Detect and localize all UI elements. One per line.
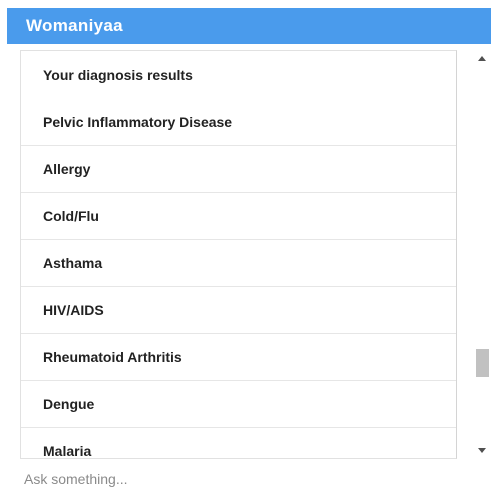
diagnosis-item[interactable]: Asthama xyxy=(21,240,456,287)
diagnosis-item[interactable]: HIV/AIDS xyxy=(21,287,456,334)
diagnosis-item[interactable]: Cold/Flu xyxy=(21,193,456,240)
diagnosis-results-panel: Your diagnosis results Pelvic Inflammato… xyxy=(20,50,457,459)
ask-input[interactable] xyxy=(20,468,460,489)
app-title: Womaniyaa xyxy=(26,16,123,35)
diagnosis-label: Asthama xyxy=(43,255,103,271)
diagnosis-label: Rheumatoid Arthritis xyxy=(43,349,182,365)
scrollbar[interactable] xyxy=(474,50,491,459)
diagnosis-item[interactable]: Malaria xyxy=(21,428,456,459)
diagnosis-label: Cold/Flu xyxy=(43,208,99,224)
chevron-down-icon[interactable] xyxy=(478,448,486,453)
diagnosis-label: Pelvic Inflammatory Disease xyxy=(43,114,233,130)
diagnosis-label: HIV/AIDS xyxy=(43,302,104,318)
diagnosis-item[interactable]: Allergy xyxy=(21,146,456,193)
diagnosis-label: Dengue xyxy=(43,396,95,412)
results-heading: Your diagnosis results xyxy=(43,67,193,83)
app-header: Womaniyaa xyxy=(7,8,491,44)
scrollbar-thumb[interactable] xyxy=(476,349,489,377)
diagnosis-item[interactable]: Pelvic Inflammatory Disease xyxy=(21,99,456,146)
diagnosis-label: Malaria xyxy=(43,443,92,459)
diagnosis-item[interactable]: Dengue xyxy=(21,381,456,428)
chevron-up-icon[interactable] xyxy=(478,56,486,61)
diagnosis-list: Pelvic Inflammatory Disease Allergy Cold… xyxy=(21,99,456,459)
diagnosis-item[interactable]: Rheumatoid Arthritis xyxy=(21,334,456,381)
diagnosis-label: Allergy xyxy=(43,161,91,177)
